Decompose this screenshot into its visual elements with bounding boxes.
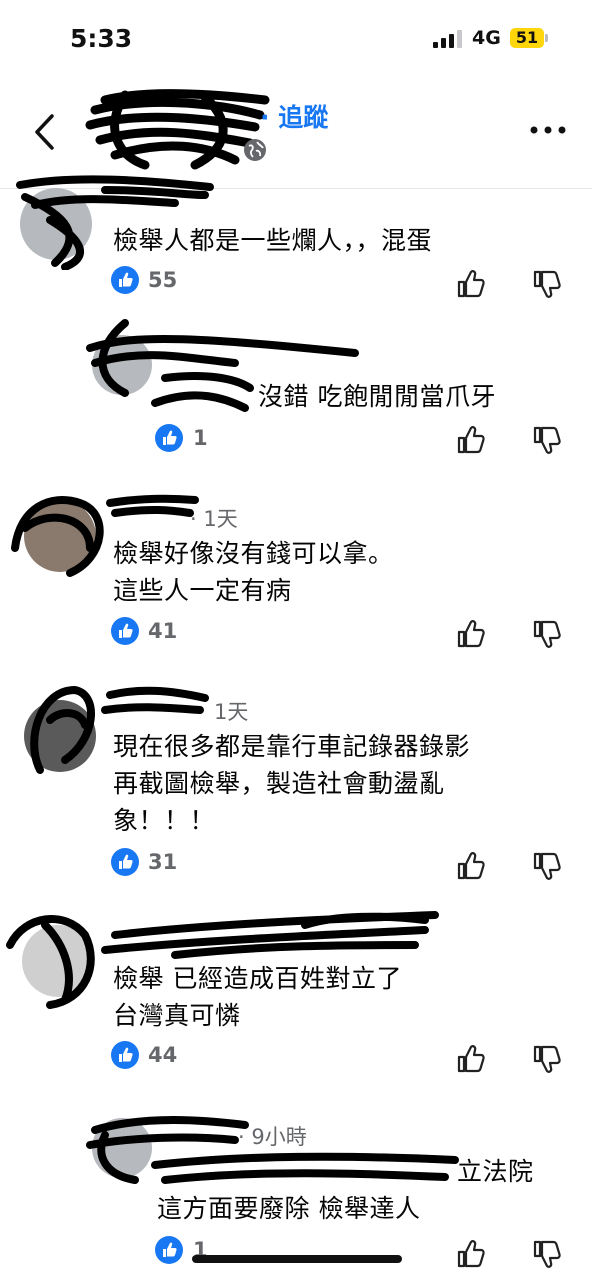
like-reaction-icon [111,848,139,876]
upvote-icon[interactable] [456,424,488,456]
upvote-icon[interactable] [456,1043,488,1075]
like-count: 31 [148,850,178,874]
back-icon[interactable] [34,114,56,150]
comment-text: 立法院 這方面要廢除 檢舉達人 [157,1157,534,1223]
comment-timestamp[interactable]: · 1天 [190,503,238,533]
comment-timestamp[interactable]: 1天 [214,696,248,726]
like-count: 55 [148,268,178,292]
network-type: 4G [472,27,501,49]
follow-button[interactable]: · 追蹤 [260,98,328,134]
battery-indicator: 51 [510,28,544,48]
status-time: 5:33 [70,24,133,53]
like-reaction-icon [111,617,139,645]
globe-icon [244,139,266,161]
comment-text: 檢舉好像沒有錢可以拿。 這些人一定有病 [113,539,394,605]
downvote-icon[interactable] [532,1238,564,1270]
more-options-icon[interactable] [528,118,568,142]
comment-text: 沒錯 吃飽閒閒當爪牙 [258,382,496,411]
battery-nub [545,34,548,42]
like-reaction-icon [155,424,183,452]
signal-icon [433,30,462,48]
comment-text: 檢舉人都是一些爛人，，混蛋 [113,226,433,255]
downvote-icon[interactable] [532,850,564,882]
downvote-icon[interactable] [532,424,564,456]
like-reaction-icon [155,1236,183,1264]
comment-text: 現在很多都是靠行車記錄器錄影 再截圖檢舉，製造社會動盪亂 象！！！ [113,732,471,835]
home-indicator[interactable] [192,1255,402,1263]
downvote-icon[interactable] [532,618,564,650]
like-count: 1 [193,426,208,450]
like-reaction-icon [111,1041,139,1069]
comment-text: 檢舉 已經造成百姓對立了 台灣真可憐 [113,964,402,1030]
upvote-icon[interactable] [456,268,488,300]
downvote-icon[interactable] [532,1043,564,1075]
upvote-icon[interactable] [456,1238,488,1270]
like-count: 41 [148,619,178,643]
like-reaction-icon [111,266,139,294]
comment-timestamp[interactable]: · 9小時 [238,1121,307,1151]
like-count: 44 [148,1043,178,1067]
downvote-icon[interactable] [532,268,564,300]
upvote-icon[interactable] [456,850,488,882]
upvote-icon[interactable] [456,618,488,650]
